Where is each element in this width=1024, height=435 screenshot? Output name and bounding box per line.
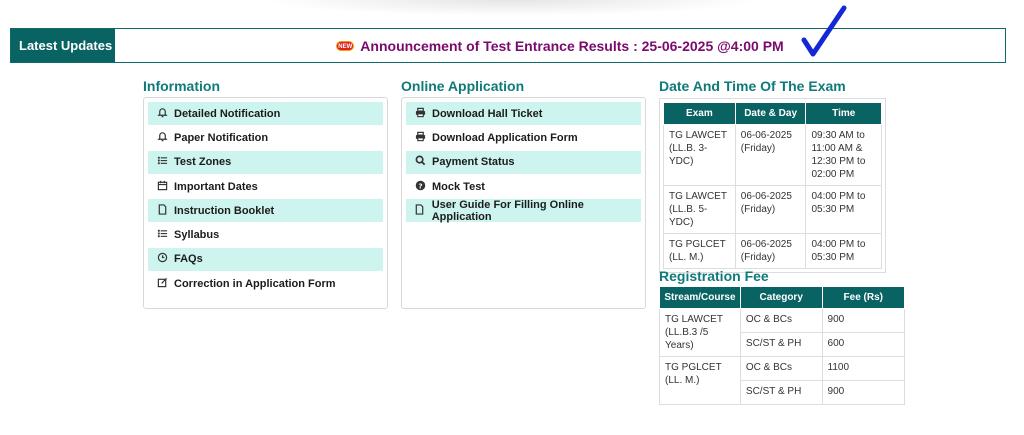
exam-schedule-title: Date And Time Of The Exam [659, 78, 846, 94]
clock-icon [156, 252, 168, 266]
fee-category-cell: SC/ST & PH [739, 380, 823, 405]
file-icon [414, 204, 426, 218]
online-application-menu-item[interactable]: Download Application Form [406, 126, 641, 151]
table-row: TG LAWCET (LL.B.3 /5 Years) OC & BCs 900 [659, 308, 906, 357]
exam-schedule-box: Exam Date & Day Time TG LAWCET (LL.B. 3-YD… [659, 98, 886, 273]
information-menu-item[interactable]: FAQs [148, 247, 383, 273]
exam-table-cell: TG LAWCET (LL.B. 5-YDC) [663, 185, 736, 234]
fee-course-cell: TG PGLCET (LL. M.) [659, 356, 741, 405]
bell-icon [156, 131, 168, 145]
registration-fee-table: Stream/Course Category Fee (Rs) TG LAWCET … [659, 286, 906, 405]
exam-table-cell: TG PGLCET (LL. M.) [663, 233, 736, 269]
table-row: TG PGLCET (LL. M.) 06-06-2025 (Friday) 04:… [663, 233, 882, 269]
exam-table-cell: 06-06-2025 (Friday) [734, 233, 807, 269]
fee-amount-cell: 900 [821, 308, 906, 333]
fee-course-cell: TG LAWCET (LL.B.3 /5 Years) [659, 308, 741, 357]
bell-icon [156, 107, 168, 121]
online-application-menu-item[interactable]: User Guide For Filling Online Applicatio… [406, 199, 641, 224]
latest-updates-bar: Latest Updates NEW Announcement of Test … [10, 28, 1006, 63]
exam-table-header: Date & Day [734, 102, 807, 125]
print-icon [414, 107, 426, 121]
search-icon [414, 155, 426, 169]
calendar-icon [156, 180, 168, 194]
exam-table-cell: TG LAWCET (LL.B. 3-YDC) [663, 124, 736, 186]
information-title: Information [143, 78, 220, 94]
online-application-menu-item-label[interactable]: Download Application Form [432, 132, 578, 144]
announcement-text[interactable]: Announcement of Test Entrance Results : … [360, 38, 783, 54]
online-application-panel: Download Hall Ticket Download Application… [401, 97, 646, 309]
information-menu-item[interactable]: Detailed Notification [148, 102, 383, 127]
information-menu-item[interactable]: Correction in Application Form [148, 272, 383, 297]
print-icon [414, 131, 426, 145]
exam-table-header: Time [805, 102, 882, 125]
information-menu-item[interactable]: Instruction Booklet [148, 199, 383, 224]
online-application-menu-item[interactable]: ? Mock Test [406, 175, 641, 200]
information-menu-item[interactable]: Syllabus [148, 223, 383, 248]
information-menu-item-label[interactable]: Test Zones [174, 156, 231, 168]
information-menu-item-label[interactable]: FAQs [174, 253, 203, 265]
exam-table-cell: 04:00 PM to 05:30 PM [805, 233, 882, 269]
fee-amount-cell: 900 [821, 380, 906, 405]
online-application-menu-item-label[interactable]: Payment Status [432, 156, 515, 168]
information-menu-item[interactable]: Important Dates [148, 175, 383, 200]
edit-icon [156, 277, 168, 291]
information-menu-item-label[interactable]: Syllabus [174, 229, 219, 241]
question-icon: ? [414, 180, 426, 194]
table-row: TG LAWCET (LL.B. 5-YDC) 06-06-2025 (Frida… [663, 185, 882, 234]
information-panel: Detailed Notification Paper Notification T… [143, 97, 388, 309]
information-menu-item[interactable]: Paper Notification [148, 126, 383, 151]
information-menu-item-label[interactable]: Important Dates [174, 181, 258, 193]
list-icon [156, 228, 168, 242]
fee-category-cell: OC & BCs [739, 356, 823, 381]
exam-table-header: Exam [663, 102, 736, 125]
exam-table-cell: 06-06-2025 (Friday) [734, 185, 807, 234]
latest-updates-label: Latest Updates [11, 29, 115, 62]
table-row: TG LAWCET (LL.B. 3-YDC) 06-06-2025 (Frida… [663, 124, 882, 186]
announcement-marquee[interactable]: NEW Announcement of Test Entrance Result… [115, 29, 1005, 62]
registration-fee-title: Registration Fee [659, 268, 769, 284]
registration-fee-box: Stream/Course Category Fee (Rs) TG LAWCET … [659, 286, 906, 405]
fee-category-cell: SC/ST & PH [739, 332, 823, 357]
online-application-menu-item[interactable]: Download Hall Ticket [406, 102, 641, 127]
exam-table-cell: 04:00 PM to 05:30 PM [805, 185, 882, 234]
online-application-menu-item-label[interactable]: Mock Test [432, 181, 485, 193]
information-menu-item-label[interactable]: Instruction Booklet [174, 205, 274, 217]
checkmark-icon [801, 5, 847, 57]
information-menu-item-label[interactable]: Detailed Notification [174, 108, 280, 120]
exam-table-cell: 09:30 AM to 11:00 AM & 12:30 PM to 02:00… [805, 124, 882, 186]
fee-category-cell: OC & BCs [739, 308, 823, 333]
online-application-menu-item-label[interactable]: User Guide For Filling Online Applicatio… [432, 199, 641, 223]
information-menu-item-label[interactable]: Correction in Application Form [174, 278, 336, 290]
svg-text:?: ? [418, 181, 422, 190]
fee-table-header: Fee (Rs) [821, 286, 906, 309]
fee-table-header: Category [739, 286, 823, 309]
information-menu-item[interactable]: Test Zones [148, 150, 383, 175]
table-row: TG PGLCET (LL. M.) OC & BCs 1100 [659, 356, 906, 405]
online-application-menu-item[interactable]: Payment Status [406, 150, 641, 175]
exam-schedule-table: Exam Date & Day Time TG LAWCET (LL.B. 3-YD… [663, 102, 882, 269]
list-icon [156, 155, 168, 169]
new-badge-icon: NEW [336, 40, 355, 51]
fee-table-header: Stream/Course [659, 286, 741, 309]
information-menu-item-label[interactable]: Paper Notification [174, 132, 268, 144]
exam-table-cell: 06-06-2025 (Friday) [734, 124, 807, 186]
online-application-menu-item-label[interactable]: Download Hall Ticket [432, 108, 542, 120]
header-shadow [262, 0, 762, 16]
fee-amount-cell: 600 [821, 332, 906, 357]
fee-amount-cell: 1100 [821, 356, 906, 381]
file-icon [156, 204, 168, 218]
online-application-title: Online Application [401, 78, 525, 94]
